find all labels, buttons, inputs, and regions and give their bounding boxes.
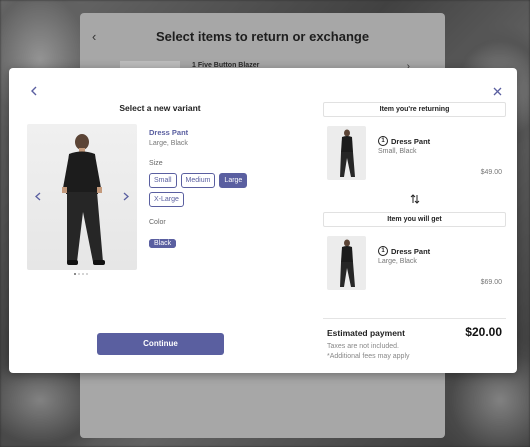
- color-label: Color: [149, 219, 166, 226]
- pagination-dot[interactable]: [74, 273, 76, 275]
- size-option-large[interactable]: Large: [219, 173, 248, 188]
- getting-header: Item you will get: [323, 212, 506, 227]
- pagination-dot[interactable]: [78, 273, 80, 275]
- chevron-left-icon: [35, 192, 41, 201]
- model-figure: [340, 239, 355, 287]
- returning-name: Dress Pant: [391, 137, 431, 146]
- product-image: [27, 124, 137, 270]
- returning-item: 1 Dress Pant Small, Black $49.00: [327, 126, 506, 186]
- returning-variant: Small, Black: [378, 148, 417, 155]
- image-pagination: [74, 273, 94, 276]
- model-figure: [62, 134, 105, 265]
- estimated-payment-label: Estimated payment: [327, 328, 405, 338]
- size-option-medium[interactable]: Medium: [180, 173, 216, 188]
- summary-divider: [323, 318, 506, 319]
- size-label: Size: [149, 160, 163, 167]
- getting-name: Dress Pant: [391, 247, 431, 256]
- close-icon: [493, 87, 501, 96]
- returning-quantity: 1: [378, 136, 388, 146]
- tax-note: Taxes are not included.: [327, 343, 399, 350]
- returning-item-thumbnail: [327, 126, 366, 180]
- getting-item-thumbnail: [327, 236, 366, 290]
- product-name: Dress Pant: [149, 128, 189, 137]
- background-page-title: Select items to return or exchange: [155, 29, 370, 44]
- color-options: Black: [149, 232, 177, 250]
- color-option-black[interactable]: Black: [149, 239, 177, 248]
- pagination-dot[interactable]: [82, 273, 84, 275]
- fee-note: *Additional fees may apply: [327, 353, 410, 360]
- returning-header: Item you're returning: [323, 102, 506, 117]
- chevron-right-icon: [123, 192, 129, 201]
- variant-heading: Select a new variant: [119, 103, 201, 113]
- size-option-small[interactable]: Small: [149, 173, 177, 188]
- continue-button[interactable]: Continue: [97, 333, 224, 355]
- size-options: Small Medium Large X-Large: [149, 173, 264, 207]
- image-next-button[interactable]: [123, 192, 129, 204]
- getting-item: 1 Dress Pant Large, Black $69.00: [327, 236, 506, 296]
- swap-vertical-icon: [409, 194, 421, 206]
- back-button[interactable]: [27, 85, 41, 99]
- product-variant: Large, Black: [149, 140, 188, 147]
- image-prev-button[interactable]: [35, 192, 41, 204]
- chevron-left-icon: [31, 86, 37, 96]
- getting-price: $69.00: [480, 279, 502, 286]
- size-option-x-large[interactable]: X-Large: [149, 192, 184, 207]
- getting-variant: Large, Black: [378, 258, 417, 265]
- pagination-dot[interactable]: [86, 273, 88, 275]
- getting-quantity: 1: [378, 246, 388, 256]
- model-figure: [340, 129, 355, 177]
- close-button[interactable]: [490, 85, 504, 99]
- estimated-payment-amount: $20.00: [465, 325, 502, 339]
- returning-price: $49.00: [480, 169, 502, 176]
